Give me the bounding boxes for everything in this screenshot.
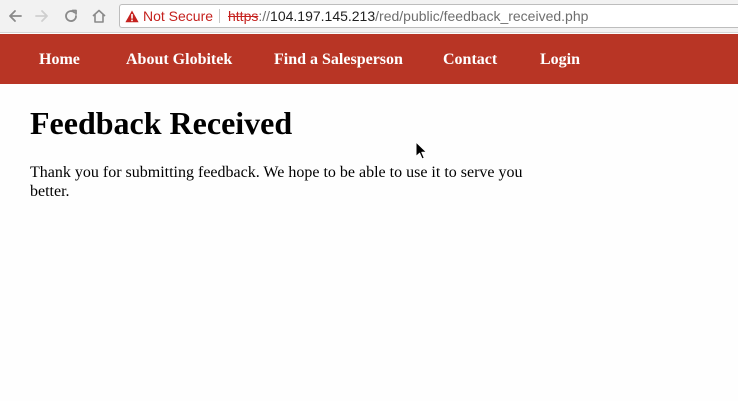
browser-toolbar: Not Secure https://104.197.145.213/red/p… [0,0,738,33]
nav-link-home[interactable]: Home [39,34,80,84]
nav-link-about[interactable]: About Globitek [126,34,232,84]
forward-arrow-icon [35,10,48,22]
url-text[interactable]: https://104.197.145.213/red/public/feedb… [228,5,588,27]
warning-triangle-icon [125,10,139,22]
url-separator: :// [258,8,271,24]
url-path: /red/public/feedback_received.php [375,8,589,24]
address-bar[interactable]: Not Secure https://104.197.145.213/red/p… [119,4,738,28]
nav-link-find-salesperson[interactable]: Find a Salesperson [274,34,403,84]
home-button[interactable] [88,5,110,27]
url-scheme: https [228,8,259,24]
page-title: Feedback Received [30,105,293,141]
feedback-message: Thank you for submitting feedback. We ho… [30,164,523,200]
back-arrow-icon [9,10,22,22]
back-button[interactable] [4,5,26,27]
reload-icon [65,9,77,22]
reload-button[interactable] [60,5,82,27]
nav-link-contact[interactable]: Contact [443,34,497,84]
forward-button[interactable] [31,5,53,27]
url-host: 104.197.145.213 [270,8,376,24]
mouse-pointer-icon [415,141,428,160]
site-navigation: Home About Globitek Find a Salesperson C… [0,34,738,84]
nav-link-login[interactable]: Login [540,34,580,84]
omnibox-divider [219,9,220,23]
home-icon [92,9,106,23]
security-label: Not Secure [143,8,214,24]
security-indicator[interactable]: Not Secure [125,5,213,27]
